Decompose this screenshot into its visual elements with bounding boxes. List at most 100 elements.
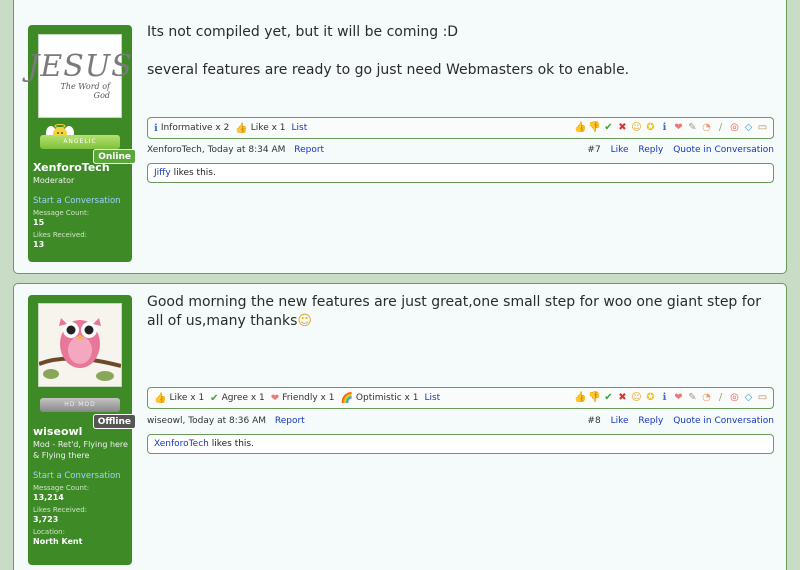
box-icon[interactable]: ▭ xyxy=(756,391,769,404)
rating-optimistic[interactable]: 🌈 Optimistic x 1 xyxy=(340,393,418,404)
message-text: all of us,many thanks xyxy=(147,313,298,329)
report-link[interactable]: Report xyxy=(275,416,305,426)
likes-summary: XenforoTech likes this. xyxy=(147,434,774,454)
smile-icon[interactable]: ☺ xyxy=(630,121,643,134)
thumbs-down-icon[interactable]: 👎 xyxy=(588,121,601,134)
lifebuoy-icon[interactable]: ◎ xyxy=(728,121,741,134)
post-actions: #7 Like Reply Quote in Conversation xyxy=(580,145,774,155)
heart-icon[interactable]: ❤ xyxy=(672,121,685,134)
x-icon[interactable]: ✖ xyxy=(616,391,629,404)
post-meta: wiseowl, Today at 8:36 AM Report #8 Like… xyxy=(147,416,774,426)
avatar[interactable]: JESUS The Word of God xyxy=(27,34,132,118)
message-line: all of us,many thanks☺ xyxy=(147,312,312,331)
check-icon[interactable]: ✔ xyxy=(602,121,615,134)
report-link[interactable]: Report xyxy=(294,145,324,155)
rainbow-icon[interactable]: ◔ xyxy=(700,391,713,404)
info-icon[interactable]: ℹ xyxy=(658,391,671,404)
avatar[interactable] xyxy=(38,303,122,387)
stat-value: North Kent xyxy=(33,537,83,546)
rank-badge: HD MOD xyxy=(40,398,120,412)
heart-icon: ❤ xyxy=(270,392,280,404)
rating-like[interactable]: 👍 Like x 1 xyxy=(154,393,204,404)
brush-icon[interactable]: / xyxy=(714,391,727,404)
rating-label: Optimistic x 1 xyxy=(355,393,419,403)
user-title: Mod - Ret'd, Flying here & Flying there xyxy=(33,440,128,460)
x-icon[interactable]: ✖ xyxy=(616,121,629,134)
post-time[interactable]: Today at 8:34 AM xyxy=(208,145,286,155)
stat-label: Likes Received: xyxy=(33,506,88,514)
rating-friendly[interactable]: ❤ Friendly x 1 xyxy=(271,393,335,404)
post-actions: #8 Like Reply Quote in Conversation xyxy=(580,416,774,426)
ratings-list-link[interactable]: List xyxy=(292,123,308,133)
rate-icons: 👍 👎 ✔ ✖ ☺ ✪ ℹ ❤ ✎ ◔ / ◎ ◇ ▭ xyxy=(573,121,769,134)
lifebuoy-icon[interactable]: ◎ xyxy=(728,391,741,404)
thumbs-up-icon: 👍 xyxy=(235,122,248,134)
post-7: JESUS The Word of God ANGELIC Online Xen… xyxy=(13,0,787,274)
reply-link[interactable]: Reply xyxy=(638,145,663,155)
user-title: Moderator xyxy=(33,176,75,185)
reply-link[interactable]: Reply xyxy=(638,416,663,426)
stat-label: Location: xyxy=(33,528,65,536)
info-icon: ℹ xyxy=(154,122,158,134)
info-icon[interactable]: ℹ xyxy=(658,121,671,134)
post-number[interactable]: #7 xyxy=(587,145,600,155)
like-link[interactable]: Like xyxy=(611,416,629,426)
message-line: several features are ready to go just ne… xyxy=(147,62,630,78)
message-line: Its not compiled yet, but it will be com… xyxy=(147,24,459,40)
heart-icon[interactable]: ❤ xyxy=(672,391,685,404)
award-icon[interactable]: ✪ xyxy=(644,121,657,134)
stat-label: Message Count: xyxy=(33,209,90,217)
start-conversation-link[interactable]: Start a Conversation xyxy=(33,196,121,206)
liker-link[interactable]: XenforoTech xyxy=(154,439,209,449)
avatar-logo-subtext: The Word of God xyxy=(60,82,110,100)
brush-icon[interactable]: / xyxy=(714,121,727,134)
wrench-icon[interactable]: ✎ xyxy=(686,121,699,134)
stat-value: 15 xyxy=(33,218,45,227)
rating-label: Like x 1 xyxy=(169,393,205,403)
quote-conversation-link[interactable]: Quote in Conversation xyxy=(673,416,774,426)
award-icon[interactable]: ✪ xyxy=(644,391,657,404)
rating-like[interactable]: 👍 Like x 1 xyxy=(235,123,285,134)
rating-label: Like x 1 xyxy=(250,123,286,133)
diamond-icon[interactable]: ◇ xyxy=(742,121,755,134)
thumbs-up-icon: 👍 xyxy=(154,392,167,404)
likes-text: likes this. xyxy=(173,168,216,178)
check-icon[interactable]: ✔ xyxy=(602,391,615,404)
like-link[interactable]: Like xyxy=(611,145,629,155)
author-link[interactable]: XenforoTech xyxy=(147,145,202,155)
post-8: HD MOD Offline wiseowl Mod - Ret'd, Flyi… xyxy=(13,283,787,570)
rating-label: Friendly x 1 xyxy=(282,393,335,403)
stat-label: Message Count: xyxy=(33,484,90,492)
avatar-logo-text: JESUS xyxy=(27,49,133,84)
ratings-list-link[interactable]: List xyxy=(424,393,440,403)
diamond-icon[interactable]: ◇ xyxy=(742,391,755,404)
username[interactable]: XenforoTech xyxy=(33,161,110,174)
rank-badge: ANGELIC xyxy=(40,135,120,149)
stat-label: Likes Received: xyxy=(33,231,88,239)
likes-text: likes this. xyxy=(211,439,254,449)
author-link[interactable]: wiseowl xyxy=(147,416,182,426)
rating-agree[interactable]: ✔ Agree x 1 xyxy=(210,393,265,404)
box-icon[interactable]: ▭ xyxy=(756,121,769,134)
liker-link[interactable]: Jiffy xyxy=(154,168,171,178)
thumbs-up-icon[interactable]: 👍 xyxy=(574,391,587,404)
start-conversation-link[interactable]: Start a Conversation xyxy=(33,471,121,481)
rating-label: Informative x 2 xyxy=(160,123,230,133)
owl-avatar-icon xyxy=(38,318,122,381)
status-badge: Offline xyxy=(92,414,136,429)
rating-informative[interactable]: ℹ Informative x 2 xyxy=(154,123,229,134)
ratings-bar: ℹ Informative x 2 👍 Like x 1 List 👍 👎 ✔ … xyxy=(147,117,774,139)
rainbow-icon: 🌈 xyxy=(340,392,353,404)
post-time[interactable]: Today at 8:36 AM xyxy=(188,416,266,426)
thumbs-down-icon[interactable]: 👎 xyxy=(588,391,601,404)
post-meta: XenforoTech, Today at 8:34 AM Report #7 … xyxy=(147,145,774,155)
post-number[interactable]: #8 xyxy=(587,416,600,426)
likes-summary: Jiffy likes this. xyxy=(147,163,774,183)
wrench-icon[interactable]: ✎ xyxy=(686,391,699,404)
username[interactable]: wiseowl xyxy=(33,425,82,438)
user-sidebar: HD MOD Offline wiseowl Mod - Ret'd, Flyi… xyxy=(28,295,136,565)
quote-conversation-link[interactable]: Quote in Conversation xyxy=(673,145,774,155)
thumbs-up-icon[interactable]: 👍 xyxy=(574,121,587,134)
rainbow-icon[interactable]: ◔ xyxy=(700,121,713,134)
smile-icon[interactable]: ☺ xyxy=(630,391,643,404)
